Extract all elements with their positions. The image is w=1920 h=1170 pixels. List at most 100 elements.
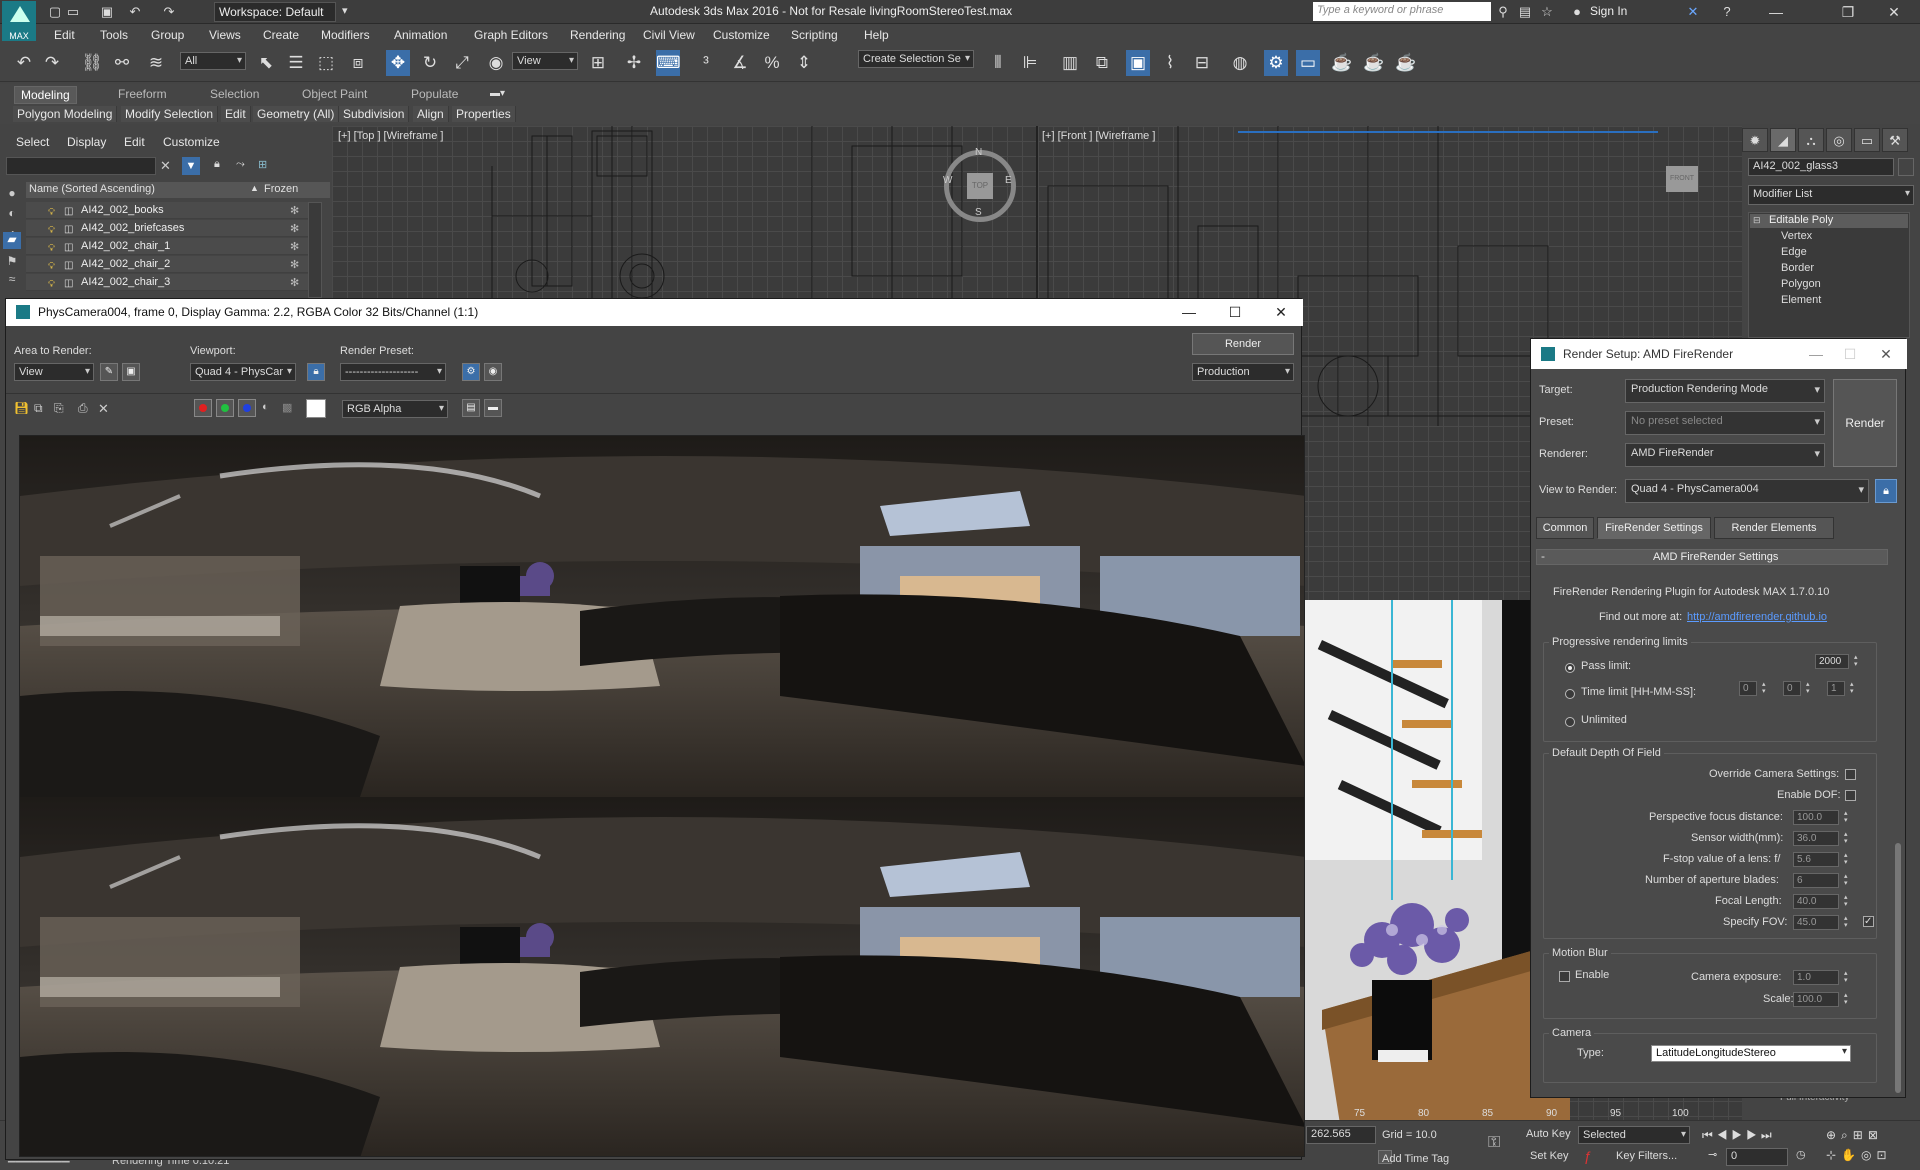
expand-icon[interactable]: ⊟ bbox=[1753, 215, 1761, 226]
workspace-dropdown[interactable]: Workspace: Default bbox=[214, 2, 336, 22]
modifier-list-dropdown[interactable]: Modifier List bbox=[1748, 185, 1914, 205]
freeze-icon[interactable]: ✻ bbox=[290, 239, 299, 256]
scene-row[interactable]: 💡︎ ◫ AI42_002_chair_1 ✻ bbox=[26, 238, 320, 255]
save-icon[interactable]: ▣ bbox=[98, 3, 116, 21]
render-image[interactable] bbox=[19, 435, 1305, 1157]
menu-group[interactable]: Group bbox=[151, 28, 184, 42]
light-bulb-icon[interactable]: 💡︎ bbox=[48, 240, 55, 257]
timeline-ruler[interactable]: 75 80 85 90 95 100 bbox=[1320, 1108, 1740, 1122]
stack-polygon[interactable]: Polygon bbox=[1781, 278, 1821, 290]
light-bulb-icon[interactable]: 💡︎ bbox=[48, 258, 55, 275]
select-manipulate-icon[interactable]: ✢ bbox=[622, 50, 646, 76]
spinner-snap-icon[interactable]: ⇕ bbox=[792, 50, 816, 76]
green-channel-toggle[interactable] bbox=[216, 399, 234, 417]
stack-vertex[interactable]: Vertex bbox=[1781, 230, 1812, 242]
ribbon-tab-populate[interactable]: Populate bbox=[411, 87, 458, 101]
freeze-icon[interactable]: ✻ bbox=[290, 203, 299, 220]
filter-icon[interactable]: ▼ bbox=[182, 157, 200, 175]
rfw-maximize-button[interactable]: ☐ bbox=[1212, 299, 1258, 326]
viewport-nav-bottom[interactable]: ⊹✋◎⊡ bbox=[1826, 1148, 1892, 1162]
clear-image-icon[interactable]: ✕ bbox=[98, 401, 109, 417]
ribbon-options-icon[interactable]: ▬▾ bbox=[490, 88, 505, 99]
viewport-front-label[interactable]: [+] [Front ] [Wireframe ] bbox=[1042, 130, 1155, 142]
time-config-icon[interactable]: ◷ bbox=[1796, 1148, 1806, 1161]
sign-in-link[interactable]: Sign In bbox=[1590, 4, 1627, 18]
scale-icon[interactable]: ⤢ bbox=[450, 50, 474, 76]
rect-selection-icon[interactable]: ⬚ bbox=[314, 50, 338, 76]
rs-tab-firerender-settings[interactable]: FireRender Settings bbox=[1597, 517, 1711, 539]
render-mode-dropdown[interactable]: Production bbox=[1192, 363, 1294, 381]
menu-civil-view[interactable]: Civil View bbox=[643, 28, 695, 42]
print-image-icon[interactable]: ⎙ bbox=[78, 401, 88, 416]
menu-help[interactable]: Help bbox=[864, 28, 889, 42]
redo-toolbar-icon[interactable]: ↷ bbox=[40, 50, 64, 76]
scene-row[interactable]: 💡︎ ◫ AI42_002_briefcases ✻ bbox=[26, 220, 320, 237]
scene-column-header[interactable]: Name (Sorted Ascending) ▲ Frozen bbox=[26, 182, 330, 198]
render-button[interactable]: Render bbox=[1192, 333, 1294, 355]
selection-filter-dropdown[interactable]: All bbox=[180, 52, 246, 70]
rs-maximize-button[interactable]: ☐ bbox=[1833, 341, 1867, 367]
select-by-name-icon[interactable]: ☰ bbox=[284, 50, 308, 76]
material-editor-icon[interactable]: ◍ bbox=[1228, 50, 1252, 76]
close-button[interactable]: ✕ bbox=[1874, 2, 1914, 22]
current-frame-field[interactable]: 0 bbox=[1726, 1148, 1788, 1166]
snaps-3d-icon[interactable]: ³ bbox=[694, 50, 718, 76]
communication-icon[interactable]: ▤ bbox=[1516, 4, 1534, 20]
display-shapes-icon[interactable]: ◐ bbox=[3, 206, 21, 223]
ribbon-geometry-all[interactable]: Geometry (All) bbox=[253, 106, 340, 122]
scene-row[interactable]: 💡︎ ◫ AI42_002_chair_3 ✻ bbox=[26, 274, 320, 291]
scene-tab-edit[interactable]: Edit bbox=[124, 135, 145, 149]
ribbon-edit[interactable]: Edit bbox=[221, 106, 251, 122]
set-key-button[interactable]: Set Key bbox=[1530, 1150, 1569, 1162]
channel-dropdown[interactable]: RGB Alpha bbox=[342, 400, 448, 418]
curve-editor-icon[interactable]: ⌇ bbox=[1158, 50, 1182, 76]
freeze-icon[interactable]: ✻ bbox=[290, 221, 299, 238]
time-seconds-spinner[interactable]: 1 bbox=[1827, 681, 1856, 696]
binoculars-icon[interactable]: ⚲ bbox=[1494, 4, 1512, 20]
unlink-icon[interactable]: ⚯ bbox=[110, 50, 134, 76]
new-file-icon[interactable]: ▢ bbox=[46, 3, 64, 21]
camera-exposure-spinner[interactable]: 1.0 bbox=[1793, 970, 1850, 985]
search-input[interactable]: Type a keyword or phrase bbox=[1313, 2, 1491, 21]
viewcube-front[interactable]: FRONT bbox=[1666, 166, 1698, 192]
rs-close-button[interactable]: ✕ bbox=[1869, 341, 1903, 367]
minimize-button[interactable]: — bbox=[1756, 2, 1796, 22]
object-name-field[interactable]: AI42_002_glass3 bbox=[1748, 158, 1894, 176]
modify-panel-icon[interactable]: ◢ bbox=[1770, 128, 1796, 152]
angle-snap-icon[interactable]: ∡ bbox=[728, 50, 752, 76]
stack-border[interactable]: Border bbox=[1781, 262, 1814, 274]
menu-customize[interactable]: Customize bbox=[713, 28, 770, 42]
scene-search-input[interactable] bbox=[6, 157, 156, 175]
ribbon-tab-object-paint[interactable]: Object Paint bbox=[302, 87, 367, 101]
preset-dropdown[interactable]: No preset selected bbox=[1625, 411, 1825, 435]
light-bulb-icon[interactable]: 💡︎ bbox=[48, 204, 55, 221]
scene-row[interactable]: 💡︎ ◫ AI42_002_books ✻ bbox=[26, 202, 320, 219]
select-object-icon[interactable]: ⬉ bbox=[254, 50, 278, 76]
toggle-ui-overlay-icon[interactable]: ▤ bbox=[462, 399, 480, 417]
ribbon-align[interactable]: Align bbox=[413, 106, 449, 122]
rs-scrollbar[interactable] bbox=[1895, 843, 1901, 1093]
ribbon-polygon-modeling[interactable]: Polygon Modeling bbox=[13, 106, 118, 122]
enable-dof-checkbox[interactable] bbox=[1845, 790, 1856, 801]
exchange-icon[interactable]: ✕ bbox=[1684, 4, 1702, 20]
viewport-dropdown[interactable]: Quad 4 - PhysCar bbox=[190, 363, 296, 381]
column-frozen[interactable]: Frozen bbox=[264, 183, 298, 195]
time-hours-spinner[interactable]: 0 bbox=[1739, 681, 1768, 696]
ribbon-modify-selection[interactable]: Modify Selection bbox=[121, 106, 219, 122]
object-color-swatch[interactable] bbox=[1898, 158, 1914, 176]
rfw-minimize-button[interactable]: — bbox=[1166, 299, 1212, 326]
scene-scrollbar[interactable] bbox=[308, 202, 322, 298]
rollout-header[interactable]: - AMD FireRender Settings bbox=[1536, 549, 1888, 565]
menu-scripting[interactable]: Scripting bbox=[791, 28, 838, 42]
menu-modifiers[interactable]: Modifiers bbox=[321, 28, 370, 42]
restore-button[interactable]: ❐ bbox=[1828, 2, 1868, 22]
renderer-dropdown[interactable]: AMD FireRender bbox=[1625, 443, 1825, 467]
auto-key-button[interactable]: Auto Key bbox=[1526, 1128, 1571, 1140]
aperture-blades-spinner[interactable]: 6 bbox=[1793, 873, 1850, 888]
playback-controls[interactable]: ⏮◀▶▶⏭ bbox=[1702, 1128, 1776, 1143]
named-selection-sets-dropdown[interactable]: Create Selection Se bbox=[858, 50, 974, 68]
workspace-menu-icon[interactable]: ▾ bbox=[342, 4, 348, 17]
ribbon-tab-modeling[interactable]: Modeling bbox=[14, 86, 77, 104]
lock-viewport-icon[interactable]: 🔒︎ bbox=[307, 363, 325, 381]
stack-editable-poly[interactable]: Editable Poly bbox=[1769, 214, 1833, 226]
